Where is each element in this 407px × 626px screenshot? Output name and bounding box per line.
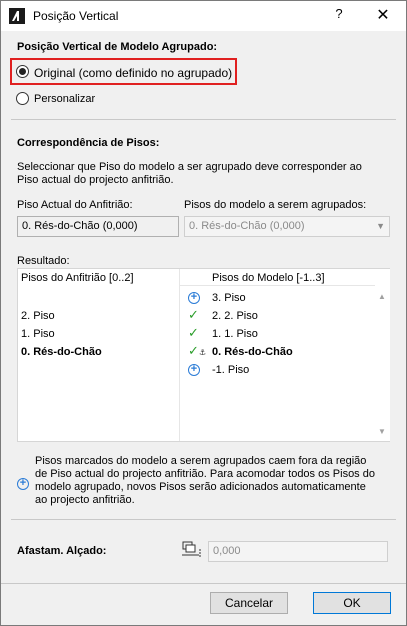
model-row-2: 2. 2. Piso [212, 310, 258, 322]
title-bar: Posição Vertical ? ✕ [1, 1, 406, 31]
group-heading-story-match: Correspondência de Pisos: [17, 137, 160, 149]
info-line-3: modelo agrupado, novos Pisos serão adici… [35, 481, 366, 493]
help-button[interactable]: ? [329, 6, 349, 21]
host-column-header: Pisos do Anfitrião [0..2] [21, 272, 134, 284]
results-table: Pisos do Anfitrião [0..2] Pisos do Model… [17, 268, 390, 442]
model-row-1: 1. 1. Piso [212, 328, 258, 340]
model-row-3: 3. Piso [212, 292, 246, 304]
host-row-1: 1. Piso [21, 328, 55, 340]
info-text: Pisos marcados do modelo a serem agrupad… [35, 455, 375, 507]
separator [11, 119, 396, 120]
model-row-0: 0. Rés-do-Chão [212, 346, 293, 358]
model-column-header: Pisos do Modelo [-1..3] [212, 272, 325, 284]
model-story-label: Pisos do modelo a serem agrupados: [184, 199, 367, 211]
close-button[interactable]: ✕ [371, 5, 395, 25]
separator [11, 519, 396, 520]
host-story-field: 0. Rés-do-Chão (0,000) [17, 216, 179, 237]
add-story-icon: + [188, 364, 200, 376]
host-row-2: 2. Piso [21, 310, 55, 322]
info-line-1: Pisos marcados do modelo a serem agrupad… [35, 455, 367, 467]
ok-button[interactable]: OK [313, 592, 391, 614]
elevation-offset-icon [182, 541, 201, 557]
check-anchor-icon: ✓⚓ [188, 343, 207, 358]
model-story-value: 0. Rés-do-Chão (0,000) [189, 220, 305, 232]
offset-input[interactable]: 0,000 [208, 541, 388, 562]
chevron-down-icon: ▼ [376, 221, 385, 231]
model-story-dropdown[interactable]: 0. Rés-do-Chão (0,000) ▼ [184, 216, 390, 237]
radio-original-label[interactable]: Original (como definido no agrupado) [34, 66, 232, 80]
radio-custom[interactable] [16, 92, 29, 105]
description-line-2: Piso actual do projecto anfitrião. [17, 174, 174, 186]
column-divider [179, 269, 180, 441]
check-icon: ✓ [188, 307, 199, 322]
radio-custom-label[interactable]: Personalizar [34, 93, 95, 105]
window-title: Posição Vertical [33, 9, 119, 23]
separator [1, 583, 406, 584]
dialog-window: Posição Vertical ? ✕ Posição Vertical de… [0, 0, 407, 626]
header-divider [179, 285, 375, 286]
scroll-down-arrow-icon[interactable]: ▼ [378, 427, 386, 436]
model-row-minus-1: -1. Piso [212, 364, 250, 376]
results-scrollbar[interactable]: ▲ ▼ [375, 269, 390, 441]
group-heading-vertical-position: Posição Vertical de Modelo Agrupado: [17, 41, 218, 53]
add-story-icon: + [188, 292, 200, 304]
host-row-0: 0. Rés-do-Chão [21, 346, 102, 358]
cancel-button[interactable]: Cancelar [210, 592, 288, 614]
offset-label: Afastam. Alçado: [17, 545, 107, 557]
info-line-4: ao projecto anfitrião. [35, 494, 135, 506]
archicad-app-icon [9, 8, 25, 24]
check-icon: ✓ [188, 325, 199, 340]
host-story-label: Piso Actual do Anfitrião: [17, 199, 133, 211]
description-line-1: Seleccionar que Piso do modelo a ser agr… [17, 161, 362, 173]
results-label: Resultado: [17, 255, 70, 267]
dialog-content: Posição Vertical de Modelo Agrupado: Ori… [1, 31, 406, 625]
add-story-icon: + [17, 478, 29, 490]
radio-original[interactable] [16, 65, 29, 78]
scroll-up-arrow-icon[interactable]: ▲ [378, 292, 386, 301]
info-line-2: de Piso actual do projecto anfitrião. Pa… [35, 468, 375, 480]
